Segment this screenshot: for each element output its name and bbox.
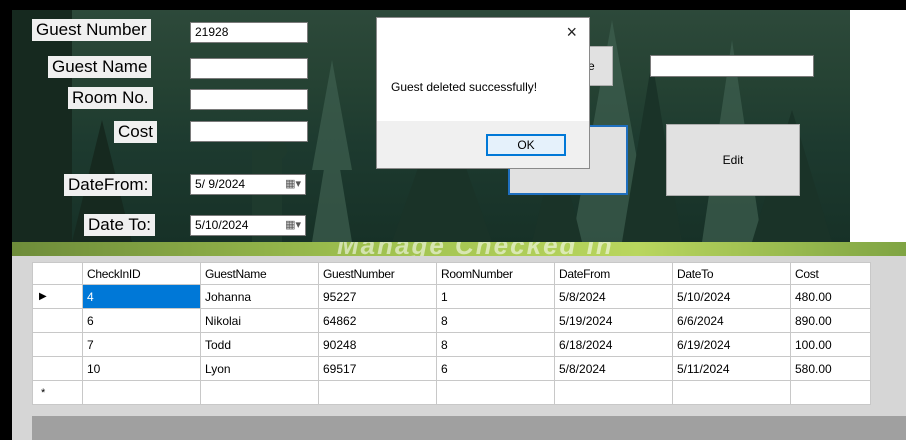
table-cell[interactable]: Johanna [200, 284, 319, 309]
room-no-input[interactable] [190, 89, 308, 110]
new-row[interactable]: * [32, 380, 871, 405]
table-cell[interactable]: 5/19/2024 [554, 308, 673, 333]
table-cell[interactable]: 5/8/2024 [554, 284, 673, 309]
window-top-edge [0, 0, 906, 10]
date-to-label: Date To: [84, 214, 156, 236]
table-cell[interactable] [82, 380, 201, 405]
date-to-value: 5/10/2024 [195, 218, 249, 232]
table-cell[interactable]: Todd [200, 332, 319, 357]
table-row[interactable]: 10 Lyon 69517 6 5/8/2024 5/11/2024 580.0… [32, 356, 871, 381]
table-cell[interactable]: 100.00 [790, 332, 871, 357]
table-cell[interactable] [318, 380, 437, 405]
row-header-corner [32, 262, 83, 285]
table-cell[interactable]: 64862 [318, 308, 437, 333]
table-cell[interactable]: 580.00 [790, 356, 871, 381]
table-cell[interactable]: 5/11/2024 [672, 356, 791, 381]
table-cell[interactable] [790, 380, 871, 405]
table-cell[interactable] [200, 380, 319, 405]
table-cell[interactable]: 95227 [318, 284, 437, 309]
column-header-roomnumber[interactable]: RoomNumber [436, 262, 555, 285]
date-from-value: 5/ 9/2024 [195, 177, 246, 191]
page-banner: Manage Checked In [12, 242, 906, 256]
table-cell[interactable]: 8 [436, 332, 555, 357]
checked-in-grid[interactable]: CheckInID GuestName GuestNumber RoomNumb… [32, 262, 871, 405]
cost-label: Cost [114, 121, 157, 143]
column-header-cost[interactable]: Cost [790, 262, 871, 285]
room-no-label: Room No. [68, 87, 153, 109]
search-input[interactable] [650, 55, 814, 77]
grid-panel: Manage Checked In CheckInID GuestName Gu… [12, 242, 906, 440]
table-cell[interactable]: 90248 [318, 332, 437, 357]
grid-header-row: CheckInID GuestName GuestNumber RoomNumb… [32, 262, 871, 285]
table-cell[interactable]: Lyon [200, 356, 319, 381]
column-header-dateto[interactable]: DateTo [672, 262, 791, 285]
row-header[interactable] [32, 332, 83, 357]
date-from-label: DateFrom: [64, 174, 153, 196]
table-cell[interactable]: 1 [436, 284, 555, 309]
cost-input[interactable] [190, 121, 308, 142]
table-cell[interactable]: 480.00 [790, 284, 871, 309]
row-header[interactable] [32, 356, 83, 381]
table-cell[interactable]: 890.00 [790, 308, 871, 333]
date-from-picker[interactable]: 5/ 9/2024 ▦▾ [190, 174, 306, 195]
table-cell[interactable]: 6/19/2024 [672, 332, 791, 357]
date-to-picker[interactable]: 5/10/2024 ▦▾ [190, 215, 306, 236]
table-cell[interactable]: 8 [436, 308, 555, 333]
table-cell[interactable] [554, 380, 673, 405]
table-cell[interactable]: 6 [82, 308, 201, 333]
table-row[interactable]: 7 Todd 90248 8 6/18/2024 6/19/2024 100.0… [32, 332, 871, 357]
column-header-guestnumber[interactable]: GuestNumber [318, 262, 437, 285]
dialog-body [377, 18, 589, 121]
calendar-dropdown-icon[interactable]: ▦▾ [285, 178, 301, 191]
banner-title: Manage Checked In [337, 242, 614, 256]
guest-name-input[interactable] [190, 58, 308, 79]
table-row[interactable]: ▶ 4 Johanna 95227 1 5/8/2024 5/10/2024 4… [32, 284, 871, 309]
ok-button[interactable]: OK [486, 134, 566, 156]
message-dialog: × Guest deleted successfully! OK [376, 17, 590, 169]
table-cell[interactable]: Nikolai [200, 308, 319, 333]
table-cell[interactable]: 10 [82, 356, 201, 381]
calendar-dropdown-icon[interactable]: ▦▾ [285, 219, 301, 232]
new-row-indicator[interactable]: * [32, 380, 83, 405]
table-cell[interactable]: 6 [436, 356, 555, 381]
table-cell[interactable] [672, 380, 791, 405]
guest-number-label: Guest Number [32, 19, 151, 41]
current-row-indicator[interactable]: ▶ [32, 284, 83, 309]
table-cell[interactable]: 4 [82, 284, 201, 309]
table-cell[interactable]: 6/6/2024 [672, 308, 791, 333]
grid-empty-area [32, 416, 906, 440]
guest-name-label: Guest Name [48, 56, 152, 78]
window-margin [850, 10, 906, 242]
table-cell[interactable] [436, 380, 555, 405]
dialog-message: Guest deleted successfully! [391, 80, 538, 94]
row-header[interactable] [32, 308, 83, 333]
table-cell[interactable]: 7 [82, 332, 201, 357]
guest-number-input[interactable]: 21928 [190, 22, 308, 43]
edit-button[interactable]: Edit [666, 124, 800, 196]
table-cell[interactable]: 5/8/2024 [554, 356, 673, 381]
column-header-datefrom[interactable]: DateFrom [554, 262, 673, 285]
column-header-checkinid[interactable]: CheckInID [82, 262, 201, 285]
table-cell[interactable]: 69517 [318, 356, 437, 381]
close-icon[interactable]: × [566, 22, 577, 42]
column-header-guestname[interactable]: GuestName [200, 262, 319, 285]
table-cell[interactable]: 5/10/2024 [672, 284, 791, 309]
table-cell[interactable]: 6/18/2024 [554, 332, 673, 357]
table-row[interactable]: 6 Nikolai 64862 8 5/19/2024 6/6/2024 890… [32, 308, 871, 333]
